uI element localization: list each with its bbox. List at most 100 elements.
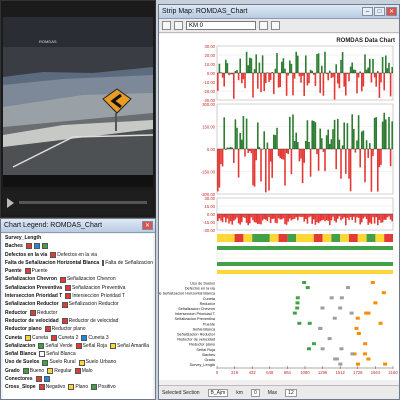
strip-segment: [225, 234, 235, 242]
data-bar: [289, 60, 291, 73]
play-button[interactable]: [7, 198, 14, 208]
data-bar: [385, 214, 387, 220]
category-label: Señalizacion Reductor: [177, 333, 216, 337]
close-icon[interactable]: ✕: [142, 221, 153, 230]
data-bar: [353, 69, 355, 73]
legend-swatch: [29, 309, 36, 316]
category-label: Reductor de velocidad: [177, 338, 215, 342]
data-bar: [306, 73, 309, 86]
x-tick-label: 1512: [336, 370, 346, 375]
legend-window: Chart Legend: ROMDAS_Chart ✕ Survey_Leng…: [0, 218, 156, 400]
data-bar: [316, 54, 318, 73]
legend-entry-label: Negativo: [45, 384, 66, 391]
data-bar: [313, 120, 315, 149]
data-bar: [239, 58, 241, 73]
data-bar: [343, 73, 345, 87]
strip-segment: [269, 234, 279, 242]
legend-swatch: [43, 376, 50, 383]
legend-item: Cuneta Cuneta Cuneta 2 Cuneta 3: [3, 334, 153, 342]
print-icon[interactable]: [162, 21, 171, 30]
category-label: Señal Roja: [196, 348, 215, 352]
data-bar: [389, 214, 392, 220]
data-bar: [324, 51, 326, 73]
x-tick-label: 0: [216, 370, 219, 375]
legend-swatch: [42, 359, 49, 366]
legend-item-name: Reductor de velocidad: [5, 317, 59, 324]
data-bar: [228, 214, 230, 224]
data-bar: [239, 214, 241, 225]
legend-item: Defectos en la via Defectos en la via: [3, 251, 153, 259]
maximize-icon[interactable]: □: [374, 7, 385, 16]
data-bar: [346, 123, 349, 149]
legend-entry-label: Malo: [81, 367, 93, 374]
category-label: Señalizacion Preventiva: [174, 317, 215, 321]
y-tick-label: -20.00: [203, 89, 216, 94]
data-bar: [297, 214, 299, 221]
y-tick-label: 30.00: [205, 44, 216, 49]
data-bar: [385, 119, 387, 149]
data-bar: [317, 214, 320, 224]
data-bar: [354, 69, 357, 73]
legend-swatch: [44, 326, 51, 333]
data-bar: [234, 70, 237, 73]
data-bar: [362, 130, 365, 149]
data-bar: [255, 149, 257, 161]
chart-svg[interactable]: ROMDAS Data Chart 30.00 20.00 10.00 0.00 -10.…: [148, 34, 399, 380]
legend-entry-label: Defectos en la via: [57, 251, 97, 258]
strip-segment: [331, 234, 341, 242]
data-bar: [316, 149, 318, 155]
event-marker: [383, 362, 388, 366]
data-bar: [231, 214, 233, 225]
close-icon[interactable]: ✕: [386, 7, 397, 16]
data-bar: [293, 214, 296, 219]
event-marker: [332, 316, 337, 320]
data-bar: [343, 214, 345, 218]
event-marker: [350, 352, 355, 356]
data-bar: [266, 142, 269, 149]
data-bar: [359, 71, 361, 73]
x-tick-label: 864: [284, 370, 292, 375]
data-bar: [273, 214, 275, 219]
video-controls: [3, 191, 153, 215]
data-bar: [247, 149, 249, 153]
legend-item: Reductor de velocidad Reductor de velocid…: [3, 317, 153, 325]
strip-segment: [217, 262, 393, 266]
data-bar: [297, 142, 299, 149]
chart-window: Strip Map: ROMDAS_Chart – □ ✕ KM 0 ROMDA…: [148, 4, 400, 400]
legend-item: Conectores: [3, 375, 153, 383]
data-bar: [279, 214, 281, 220]
legend-swatch: [39, 351, 46, 358]
strip-segment: [287, 234, 297, 242]
data-bar: [337, 118, 339, 149]
minimize-icon[interactable]: –: [362, 7, 373, 16]
data-bar: [356, 73, 358, 94]
zoom-out-icon[interactable]: [271, 21, 280, 30]
zoom-in-icon[interactable]: [259, 21, 268, 30]
strip-segment: [217, 234, 226, 242]
event-marker: [295, 306, 300, 310]
data-bar: [308, 214, 310, 218]
data-bar: [351, 214, 353, 221]
legend-entry-label: Señalizacion Reductor: [68, 301, 119, 308]
track-select[interactable]: KM 0: [186, 21, 256, 30]
chart-area[interactable]: ROMDAS Data Chart 30.00 20.00 10.00 0.00 -10.…: [148, 34, 399, 380]
data-bar: [354, 214, 357, 223]
x-tick-label: 648: [266, 370, 274, 375]
y-tick-label: 30.00: [205, 196, 216, 201]
data-bar: [295, 132, 297, 149]
event-marker: [292, 311, 297, 315]
legend-entry-label: Suelo Rural: [49, 359, 76, 366]
data-bar: [255, 54, 257, 73]
category-label: Reductor: [200, 302, 216, 306]
video-progress-bar[interactable]: [19, 201, 147, 204]
status-selected-label: Selected Section: [162, 389, 200, 396]
save-icon[interactable]: [174, 21, 183, 30]
x-tick-label: 1944: [371, 370, 381, 375]
data-bar: [373, 214, 376, 224]
data-bar: [282, 149, 285, 160]
x-tick-label: 2160: [388, 370, 398, 375]
data-bar: [365, 140, 368, 149]
data-bar: [261, 55, 264, 73]
data-bar: [298, 214, 301, 217]
data-bar: [330, 73, 333, 78]
